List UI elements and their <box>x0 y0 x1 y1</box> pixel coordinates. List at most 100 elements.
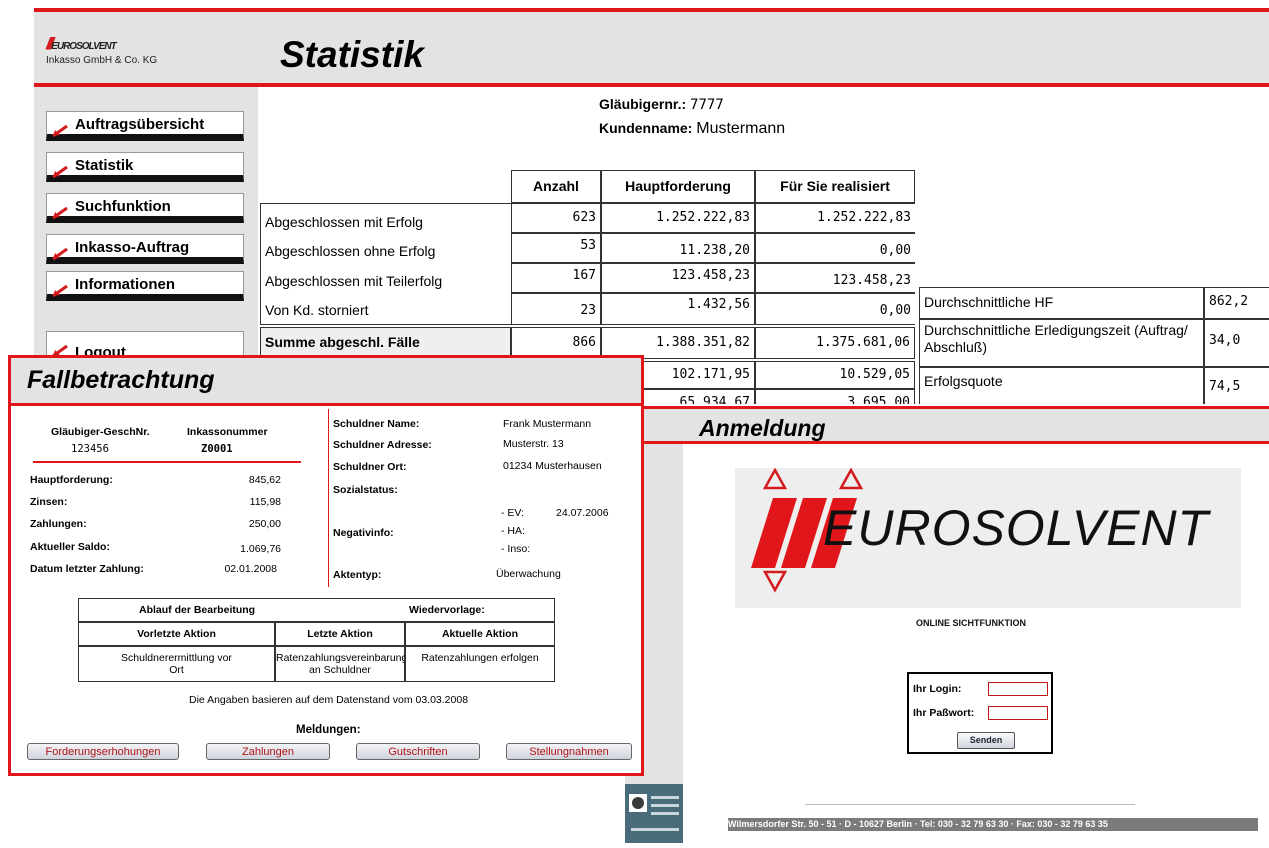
login-form: Ihr Login: Ihr Paßwort: Senden <box>907 672 1053 754</box>
table-cell: 10.529,05 <box>755 361 915 389</box>
address-footer: Wilmersdorfer Str. 50 - 51 · D - 10627 B… <box>728 818 1258 831</box>
schuldner-adresse-value: Musterstr. 13 <box>503 438 564 450</box>
glaeubiger-value: 7777 <box>690 97 724 113</box>
fallbetrachtung-header: Fallbetrachtung <box>11 358 641 406</box>
table-cell: 11.238,20 <box>601 233 755 263</box>
glaeubiger-label: Gläubigernr.: <box>599 96 687 112</box>
table-cell: 0,00 <box>755 293 915 325</box>
nav-suchfunktion-button[interactable]: Suchfunktion <box>46 193 244 223</box>
sidebar: Auftragsübersicht Statistik Suchfunktion… <box>34 87 258 377</box>
anmeldung-title: Anmeldung <box>699 415 826 441</box>
zahlungen-value: 250,00 <box>248 518 281 530</box>
hauptforderung-label: Hauptforderung: <box>30 474 113 486</box>
ha-label: - HA: <box>501 525 525 537</box>
table-cell: 123.458,23 <box>755 263 915 293</box>
stat-label: Durchschnittliche Erledigungszeit (Auftr… <box>919 319 1204 367</box>
saldo-value: 1.069,76 <box>240 543 281 555</box>
zinsen-label: Zinsen: <box>30 496 68 508</box>
login-input[interactable] <box>988 682 1048 696</box>
wiedervorlage-label: Wiedervorlage: <box>409 604 485 616</box>
schuldner-ort-label: Schuldner Ort: <box>333 461 407 473</box>
row-labels: Abgeschlossen mit Erfolg Abgeschlossen o… <box>260 203 511 325</box>
nav-informationen-button[interactable]: Informationen <box>46 271 244 301</box>
ablauf-label: Ablauf der Bearbeitung <box>139 604 256 616</box>
nav-auftragsuebersicht-button[interactable]: Auftragsübersicht <box>46 111 244 141</box>
forderungserhohungen-button[interactable]: Forderungserhohungen <box>27 743 179 760</box>
online-subtitle: ONLINE SICHTFUNKTION <box>916 618 1026 628</box>
gesch-value: 123456 <box>71 443 109 455</box>
table-cell: 23 <box>511 293 601 325</box>
anmeldung-window: Anmeldung EUROSOLVENT ONLINE SICHTFUNKTI… <box>625 404 1269 843</box>
stat-label: Erfolgsquote <box>919 367 1204 409</box>
inso-label: - Inso: <box>501 543 531 555</box>
schuldner-adresse-label: Schuldner Adresse: <box>333 439 432 451</box>
logo-subtitle: Inkasso GmbH & Co. KG <box>46 55 158 66</box>
password-label: Ihr Paßwort: <box>913 707 975 719</box>
ev-label: - EV: <box>501 507 524 519</box>
red-arrow-icon <box>52 284 68 298</box>
stellungnahmen-button[interactable]: Stellungnahmen <box>506 743 632 760</box>
row-label: Von Kd. storniert <box>265 302 369 318</box>
aktentyp-label: Aktentyp: <box>333 569 382 581</box>
schuldner-name-value: Frank Mustermann <box>503 418 592 430</box>
divider <box>805 804 1135 805</box>
col-anzahl: Anzahl <box>511 170 601 203</box>
ablauf-header: Ablauf der Bearbeitung Wiedervorlage: <box>78 598 555 622</box>
hauptforderung-value: 845,62 <box>248 474 281 486</box>
stat-value: 862,2 <box>1204 287 1269 319</box>
aktuelle-aktion-value: Ratenzahlungen erfolgen <box>405 646 555 682</box>
gutschriften-button[interactable]: Gutschriften <box>356 743 480 760</box>
kunde-info: Kundenname: Mustermann <box>599 120 785 138</box>
ev-value: 24.07.2006 <box>556 507 609 519</box>
logo-text: EUROSOLVENT <box>51 41 117 52</box>
col-hauptforderung: Hauptforderung <box>601 170 755 203</box>
datenstand-note: Die Angaben basieren auf dem Datenstand … <box>189 694 469 706</box>
table-cell: 1.432,56 <box>601 293 755 325</box>
red-arrow-icon <box>52 124 68 138</box>
brand-wordmark: EUROSOLVENT <box>823 500 1210 556</box>
stat-value: 74,5 <box>1204 367 1269 409</box>
table-cell: 0,00 <box>755 233 915 263</box>
anmeldung-header: Anmeldung <box>625 406 1269 444</box>
nav-statistik-button[interactable]: Statistik <box>46 152 244 182</box>
negativinfo-label: Negativinfo: <box>333 527 394 539</box>
badge-emblem-icon <box>629 794 679 831</box>
password-input[interactable] <box>988 706 1048 720</box>
inkasso-value: Z0001 <box>201 443 233 455</box>
letzte-aktion-value: Ratenzahlungsvereinbarung an Schuldner <box>275 646 407 682</box>
sozialstatus-label: Sozialstatus: <box>333 484 398 496</box>
partner-badge <box>625 784 683 843</box>
table-cell: 53 <box>511 233 601 263</box>
nav-inkasso-auftrag-button[interactable]: Inkasso-Auftrag <box>46 234 244 264</box>
gesch-label: Gläubiger-GeschNr. <box>51 426 150 438</box>
table-cell: 1.252.222,83 <box>601 203 755 233</box>
sum-real: 1.375.681,06 <box>755 327 915 359</box>
red-arrow-icon <box>52 165 68 179</box>
nav-label: Suchfunktion <box>75 198 171 215</box>
schuldner-name-label: Schuldner Name: <box>333 418 420 430</box>
schuldner-ort-value: 01234 Musterhausen <box>503 460 602 472</box>
stat-label: Durchschnittliche HF <box>919 287 1204 319</box>
row-label: Abgeschlossen ohne Erfolg <box>265 243 436 259</box>
eurosolvent-logo: ///EUROSOLVENT Inkasso GmbH & Co. KG <box>46 34 158 66</box>
statistik-header: ///EUROSOLVENT Inkasso GmbH & Co. KG Sta… <box>34 12 1269 83</box>
col-aktuelle-aktion: Aktuelle Aktion <box>405 622 555 646</box>
senden-button[interactable]: Senden <box>957 732 1015 749</box>
meldungen-label: Meldungen: <box>296 724 361 736</box>
aktentyp-value: Überwachung <box>496 568 561 580</box>
zahlungen-button[interactable]: Zahlungen <box>206 743 330 760</box>
letzte-zahlung-value: 02.01.2008 <box>224 563 277 575</box>
fallbetrachtung-window: Fallbetrachtung Gläubiger-GeschNr. 12345… <box>8 355 644 776</box>
row-label: Abgeschlossen mit Teilerfolg <box>265 273 443 289</box>
nav-label: Statistik <box>75 157 134 174</box>
row-label: Abgeschlossen mit Erfolg <box>265 214 423 230</box>
column-divider <box>328 409 329 587</box>
nav-label: Inkasso-Auftrag <box>75 239 190 256</box>
zahlungen-label: Zahlungen: <box>30 518 87 530</box>
col-realisiert: Für Sie realisiert <box>755 170 915 203</box>
glaeubiger-info: Gläubigernr.: 7777 <box>599 96 724 113</box>
red-arrow-icon <box>52 247 68 261</box>
table-cell: 167 <box>511 263 601 293</box>
nav-label: Informationen <box>75 276 175 293</box>
stat-value: 34,0 <box>1204 319 1269 367</box>
